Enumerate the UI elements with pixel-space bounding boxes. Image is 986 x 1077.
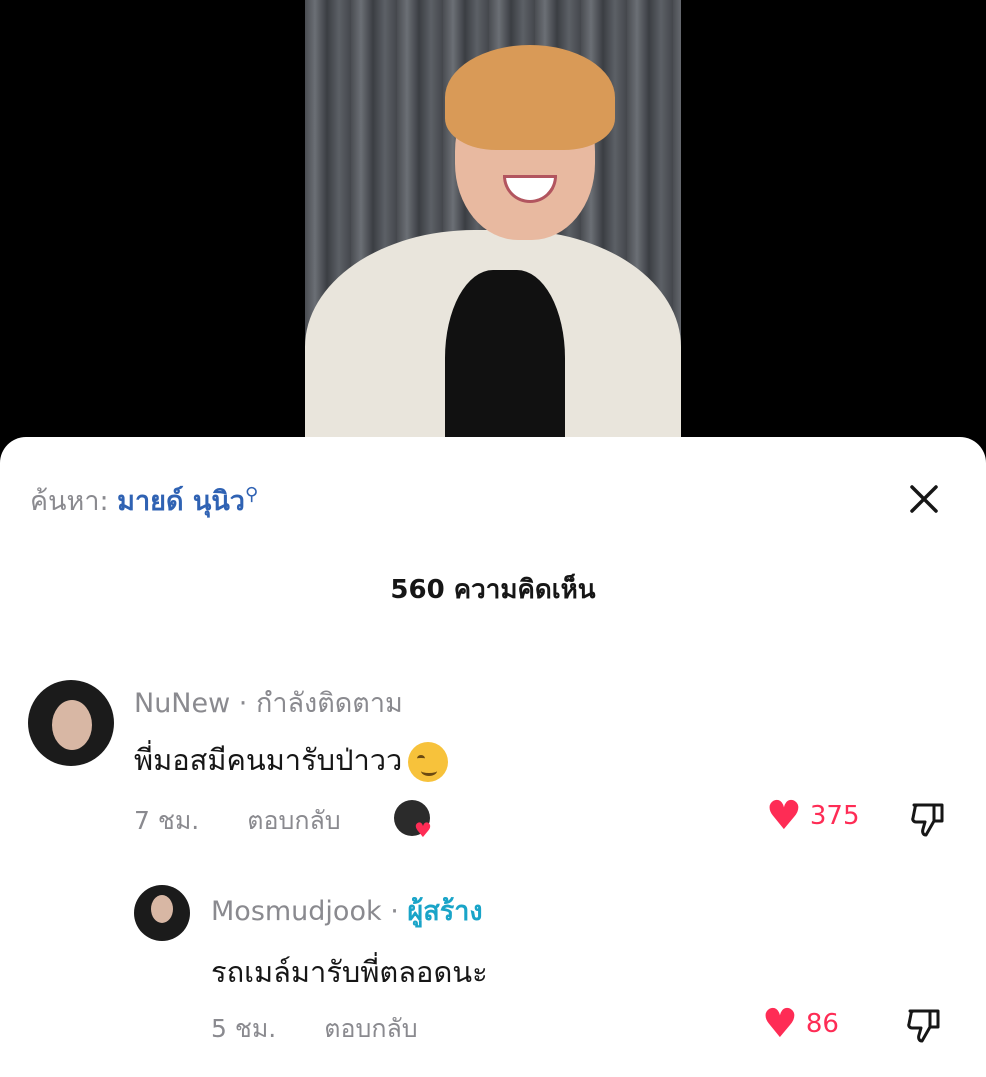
- avatar-face-shape: [151, 895, 173, 923]
- separator-dot: ·: [390, 896, 399, 927]
- video-player[interactable]: [0, 0, 986, 470]
- comment-text: รถเมล์มารับพี่ตลอดนะ: [211, 955, 488, 989]
- comment-username[interactable]: Mosmudjook: [211, 896, 382, 927]
- heart-icon: ♥: [762, 1001, 798, 1047]
- like-count: 86: [805, 1009, 839, 1039]
- comment-footer: 5 ชม. ตอบกลับ: [211, 1009, 418, 1049]
- comments-sheet: ค้นหา: มายด์ นุนิว⚲ 560 ความคิดเห็น NuNe…: [0, 437, 986, 1077]
- comment-reply-item: Mosmudjook · ผู้สร้าง รถเมล์มารับพี่ตลอด…: [0, 437, 986, 1057]
- comment-header: Mosmudjook · ผู้สร้าง: [211, 889, 483, 932]
- thumbs-down-icon[interactable]: [904, 1005, 944, 1045]
- reply-button[interactable]: ตอบกลับ: [324, 1014, 417, 1043]
- like-button[interactable]: ♥ 86: [762, 1001, 839, 1047]
- avatar[interactable]: [134, 885, 190, 941]
- video-hair-shape: [445, 45, 615, 150]
- comment-time: 5 ชม.: [211, 1014, 277, 1043]
- video-frame: [305, 0, 681, 470]
- creator-tag: ผู้สร้าง: [407, 896, 483, 927]
